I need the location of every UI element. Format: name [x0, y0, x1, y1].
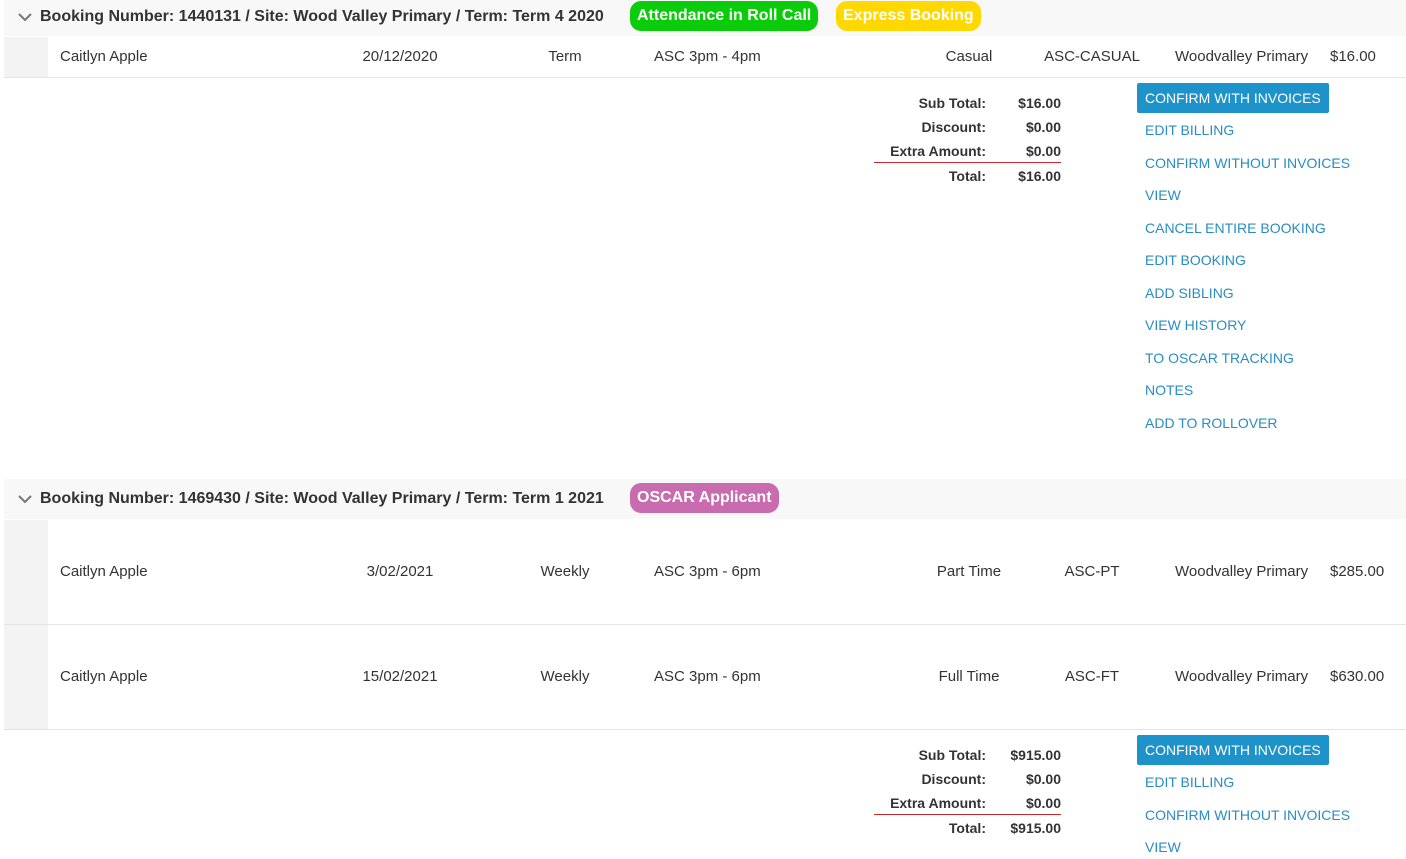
- child-name: Caitlyn Apple: [60, 563, 148, 580]
- child-name: Caitlyn Apple: [60, 668, 148, 685]
- booking-frequency: Term: [548, 48, 582, 65]
- booking-frequency: Weekly: [540, 563, 590, 580]
- table-row[interactable]: Caitlyn Apple 15/02/2021 Weekly ASC 3pm …: [4, 625, 1406, 730]
- session-name: ASC 3pm - 4pm: [654, 48, 761, 65]
- sub-total-value: $16.00: [1018, 95, 1061, 111]
- extra-amount-label: Extra Amount:: [890, 795, 986, 811]
- session-code: ASC-FT: [1064, 668, 1120, 685]
- extra-amount-label: Extra Amount:: [890, 143, 986, 159]
- row-gutter: [4, 625, 48, 729]
- sub-total-value: $915.00: [1010, 747, 1061, 763]
- discount-label: Discount:: [921, 771, 986, 787]
- discount-label: Discount:: [921, 119, 986, 135]
- site-name: Woodvalley Primary: [1175, 668, 1309, 685]
- discount-value: $0.00: [1025, 771, 1061, 787]
- booking-2-title: Booking Number: 1469430 / Site: Wood Val…: [40, 490, 604, 507]
- edit-billing-link[interactable]: EDIT BILLING: [1145, 774, 1234, 790]
- express-booking-badge: Express Booking: [836, 1, 981, 31]
- table-row[interactable]: Caitlyn Apple 3/02/2021 Weekly ASC 3pm -…: [4, 520, 1406, 625]
- confirm-without-invoices-link[interactable]: CONFIRM WITHOUT INVOICES: [1145, 155, 1350, 171]
- row-amount: $16.00: [1330, 48, 1376, 65]
- session-code: ASC-PT: [1064, 563, 1120, 580]
- view-link[interactable]: VIEW: [1145, 839, 1181, 855]
- booking-date: 15/02/2021: [362, 668, 438, 685]
- session-name: ASC 3pm - 6pm: [654, 668, 761, 685]
- add-sibling-link[interactable]: ADD SIBLING: [1145, 285, 1234, 301]
- session-code: ASC-CASUAL: [1044, 48, 1140, 65]
- sub-total-label: Sub Total:: [918, 95, 986, 111]
- row-gutter: [4, 37, 48, 77]
- total-label: Total:: [948, 168, 986, 184]
- totals-divider: [874, 162, 1061, 163]
- extra-amount-value: $0.00: [1025, 795, 1061, 811]
- booking-type: Full Time: [938, 668, 1000, 685]
- booking-frequency: Weekly: [540, 668, 590, 685]
- edit-booking-link[interactable]: EDIT BOOKING: [1145, 252, 1246, 268]
- to-oscar-tracking-link[interactable]: TO OSCAR TRACKING: [1145, 350, 1294, 366]
- total-label: Total:: [948, 820, 986, 836]
- view-history-link[interactable]: VIEW HISTORY: [1145, 317, 1246, 333]
- site-name: Woodvalley Primary: [1175, 48, 1309, 65]
- view-link[interactable]: VIEW: [1145, 187, 1181, 203]
- totals-divider: [874, 814, 1061, 815]
- confirm-with-invoices-button[interactable]: CONFIRM WITH INVOICES: [1137, 735, 1329, 765]
- total-value: $915.00: [1010, 820, 1061, 836]
- table-row[interactable]: Caitlyn Apple 20/12/2020 Term ASC 3pm - …: [4, 37, 1406, 78]
- discount-value: $0.00: [1025, 119, 1061, 135]
- session-name: ASC 3pm - 6pm: [654, 563, 761, 580]
- chevron-down-icon[interactable]: [17, 11, 33, 23]
- row-gutter: [4, 520, 48, 624]
- child-name: Caitlyn Apple: [60, 48, 148, 65]
- attendance-badge: Attendance in Roll Call: [630, 1, 819, 31]
- confirm-without-invoices-link[interactable]: CONFIRM WITHOUT INVOICES: [1145, 807, 1350, 823]
- row-amount: $630.00: [1330, 668, 1385, 685]
- chevron-down-icon[interactable]: [17, 493, 33, 505]
- edit-billing-link[interactable]: EDIT BILLING: [1145, 122, 1234, 138]
- oscar-applicant-badge: OSCAR Applicant: [630, 483, 779, 513]
- row-amount: $285.00: [1330, 563, 1385, 580]
- notes-link[interactable]: NOTES: [1145, 382, 1193, 398]
- extra-amount-value: $0.00: [1025, 143, 1061, 159]
- site-name: Woodvalley Primary: [1175, 563, 1309, 580]
- booking-type: Part Time: [936, 563, 1002, 580]
- total-value: $16.00: [1018, 168, 1061, 184]
- sub-total-label: Sub Total:: [918, 747, 986, 763]
- booking-date: 3/02/2021: [366, 563, 434, 580]
- confirm-with-invoices-button[interactable]: CONFIRM WITH INVOICES: [1137, 83, 1329, 113]
- booking-1-title: Booking Number: 1440131 / Site: Wood Val…: [40, 8, 604, 25]
- add-to-rollover-link[interactable]: ADD TO ROLLOVER: [1145, 415, 1278, 431]
- booking-date: 20/12/2020: [362, 48, 438, 65]
- cancel-entire-booking-link[interactable]: CANCEL ENTIRE BOOKING: [1145, 220, 1326, 236]
- booking-type: Casual: [945, 48, 993, 65]
